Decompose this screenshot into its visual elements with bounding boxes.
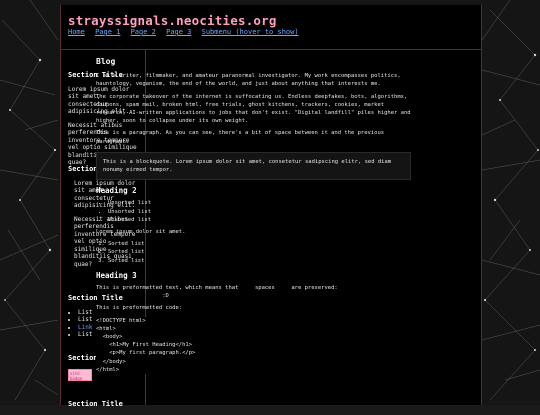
paragraph: Lorem ipsum dolor sit amet.: [96, 229, 186, 236]
site-title[interactable]: strayssignals.neocities.org: [68, 13, 277, 28]
paragraph: This is a paragraph. As you can see, the…: [96, 130, 385, 145]
blockquote: This is a blockquote. Lorem ipsum dolor …: [96, 151, 411, 181]
nav-home[interactable]: Home: [68, 28, 85, 36]
list-item: Unsorted list: [108, 216, 411, 224]
site-badge[interactable]: site badge: [68, 368, 92, 381]
site-header: strayssignals.neocities.org Home Page 1 …: [61, 5, 481, 50]
list-item: Unsorted list: [108, 199, 411, 207]
nav-page-1[interactable]: Page 1: [95, 28, 120, 36]
heading-3: Heading 3: [96, 270, 137, 280]
heading-2: Heading 2: [96, 186, 137, 196]
nav-page-3[interactable]: Page 3: [166, 28, 191, 36]
preformatted-text: This is preformatted text, which means t…: [96, 285, 338, 300]
list-item: Sorted list: [108, 248, 411, 256]
main-nav: Home Page 1 Page 2 Page 3 Submenu (hover…: [68, 28, 305, 36]
sidebar-section: Section Title: [68, 400, 140, 415]
list-item: Unsorted list: [108, 208, 411, 216]
list-item: Sorted list: [108, 240, 411, 248]
page-title: Blog: [96, 57, 116, 66]
nav-submenu[interactable]: Submenu (hover to show): [202, 28, 299, 36]
paragraph: This is preformatted code:: [96, 305, 183, 312]
nav-page-2[interactable]: Page 2: [131, 28, 156, 36]
main-content: Blog I am a writer, filmmaker, and amate…: [96, 57, 411, 378]
paragraph: I am a writer, filmmaker, and amateur pa…: [96, 73, 401, 88]
sorted-list: Sorted list Sorted list Sorted list: [96, 240, 411, 265]
paragraph: The corporate takeover of the internet i…: [96, 93, 411, 125]
unsorted-list: Unsorted list Unsorted list Unsorted lis…: [96, 199, 411, 224]
code-block: <!DOCTYPE html> <html> <body> <h1>My Fir…: [96, 316, 411, 375]
list-link[interactable]: Link: [78, 324, 92, 331]
list-item: Sorted list: [108, 257, 411, 265]
